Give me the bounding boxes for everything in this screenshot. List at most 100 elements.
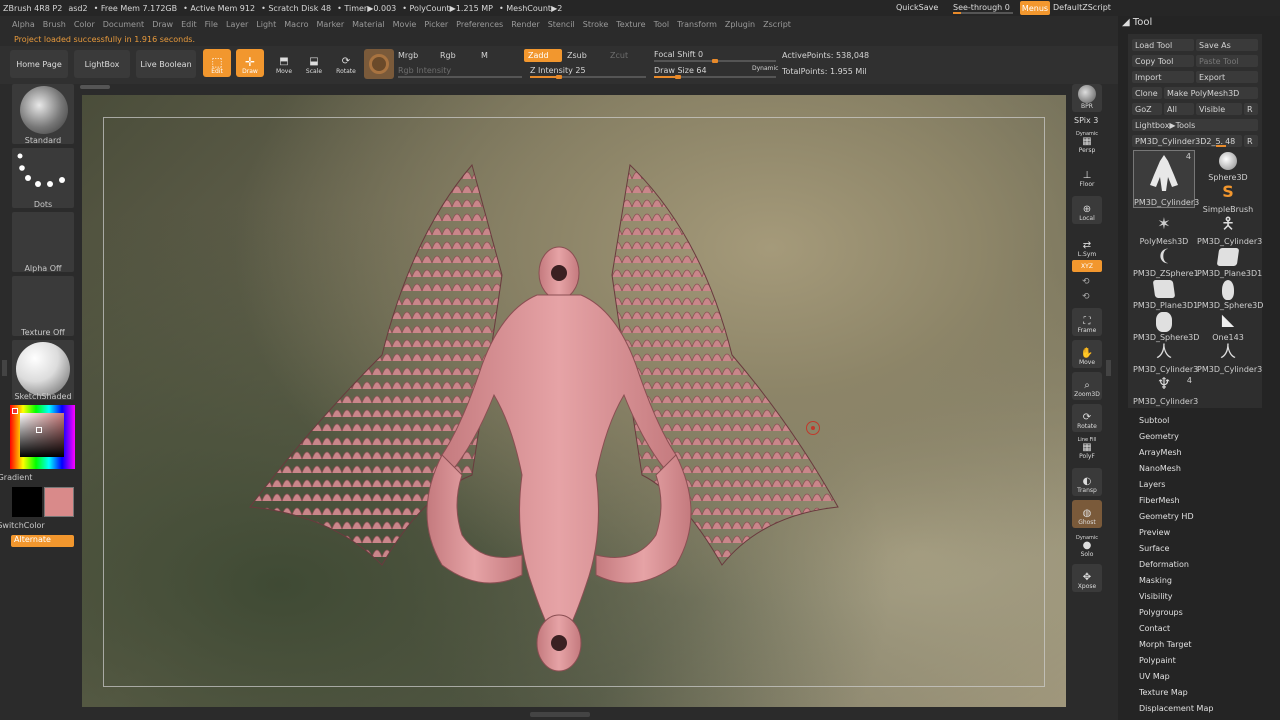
clone-button[interactable]: Clone (1132, 87, 1162, 99)
z-intensity-slider[interactable]: Z Intensity 25 (530, 66, 586, 75)
tool-thumb[interactable]: S SimpleBrush (1197, 184, 1259, 215)
frame-button[interactable]: ⛶ Frame (1072, 308, 1102, 336)
menu-item[interactable]: Zscript (759, 20, 795, 29)
visible-button[interactable]: Visible (1196, 103, 1242, 115)
m-button[interactable]: M (481, 51, 488, 60)
lightbox-tools-button[interactable]: Lightbox▶Tools (1132, 119, 1258, 131)
section-layers[interactable]: Layers (1139, 480, 1165, 489)
menu-item[interactable]: Material (348, 20, 389, 29)
rgb-intensity-label[interactable]: Rgb Intensity (398, 66, 451, 75)
menu-item[interactable]: Layer (222, 20, 252, 29)
menu-item[interactable]: Edit (177, 20, 201, 29)
tool-thumb[interactable]: ✶ PolyMesh3D (1133, 216, 1195, 247)
section-geometry[interactable]: Geometry (1139, 432, 1179, 441)
move-view-button[interactable]: ✋ Move (1072, 340, 1102, 368)
menu-item[interactable]: Draw (148, 20, 177, 29)
alpha-picker[interactable] (12, 212, 74, 272)
tool-panel-title[interactable]: ◢ Tool (1122, 17, 1152, 28)
section-masking[interactable]: Masking (1139, 576, 1172, 585)
stroke-picker[interactable] (12, 148, 74, 208)
focal-shift-slider[interactable]: Focal Shift 0 (654, 50, 703, 59)
section-preview[interactable]: Preview (1139, 528, 1170, 537)
secondary-color-swatch[interactable] (12, 487, 42, 517)
all-button[interactable]: All (1164, 103, 1194, 115)
color-picker-square[interactable] (20, 413, 64, 457)
menu-item[interactable]: File (201, 20, 222, 29)
section-texture-map[interactable]: Texture Map (1139, 688, 1188, 697)
section-deformation[interactable]: Deformation (1139, 560, 1189, 569)
menu-item[interactable]: Marker (312, 20, 348, 29)
tool-thumb[interactable]: Sphere3D (1197, 152, 1259, 182)
move-button[interactable]: ⬒ Move (270, 49, 298, 77)
make-polymesh-button[interactable]: Make PolyMesh3D (1164, 87, 1258, 99)
rotate-button[interactable]: ⟳ Rotate (332, 49, 360, 77)
zadd-button[interactable]: Zadd (524, 49, 562, 62)
xyz-button[interactable]: XYZ (1072, 260, 1102, 272)
ghost-button[interactable]: ◍ Ghost (1072, 500, 1102, 528)
tool-thumb[interactable]: 🯅 PM3D_Cylinder3 (1197, 216, 1262, 247)
polyf-button[interactable]: Line Fill ▦ PolyF (1072, 434, 1102, 462)
menu-item[interactable]: Transform (673, 20, 721, 29)
scale-button[interactable]: ⬓ Scale (300, 49, 328, 77)
tool-thumb[interactable]: PM3D_Sphere3D (1133, 312, 1199, 342)
color-picker[interactable] (10, 405, 75, 469)
alternate-button[interactable]: Alternate (11, 535, 74, 547)
shelf-scroll-handle[interactable] (80, 85, 110, 89)
section-polygroups[interactable]: Polygroups (1139, 608, 1183, 617)
default-zscript-button[interactable]: DefaultZScript (1053, 3, 1111, 12)
bpr-button[interactable]: BPR (1072, 84, 1102, 112)
xpose-button[interactable]: ✥ Xpose (1072, 564, 1102, 592)
tool-thumb[interactable]: ♆ 4 PM3D_Cylinder3 (1133, 376, 1198, 407)
brush-picker[interactable] (12, 84, 74, 144)
menu-item[interactable]: Picker (420, 20, 452, 29)
material-swatch-button[interactable] (364, 49, 394, 79)
tool-thumb[interactable]: 4 PM3D_Cylinder3 (1133, 150, 1199, 208)
r2-button[interactable]: R (1244, 135, 1258, 147)
menu-item[interactable]: Light (252, 20, 280, 29)
menu-item[interactable]: Color (70, 20, 99, 29)
r-button[interactable]: R (1244, 103, 1258, 115)
menu-item[interactable]: Alpha (8, 20, 39, 29)
paste-tool-button[interactable]: Paste Tool (1196, 55, 1258, 67)
gradient-label[interactable]: Gradient (0, 473, 58, 482)
tool-thumb[interactable]: ❨ PM3D_ZSphere1 (1133, 248, 1199, 279)
rgb-intensity-slider[interactable] (398, 76, 522, 78)
rotate-z-icon[interactable]: ⟲ (1082, 292, 1090, 302)
persp-button[interactable]: Dynamic ▦ Persp (1072, 130, 1102, 156)
rotate-view-button[interactable]: ⟳ Rotate (1072, 404, 1102, 432)
rgb-button[interactable]: Rgb (440, 51, 456, 60)
save-as-button[interactable]: Save As (1196, 39, 1258, 51)
live-boolean-button[interactable]: Live Boolean (136, 50, 196, 78)
section-arraymesh[interactable]: ArrayMesh (1139, 448, 1182, 457)
lsym-button[interactable]: ⇄ L.Sym (1072, 232, 1102, 260)
transp-button[interactable]: ◐ Transp (1072, 468, 1102, 496)
spix-slider[interactable]: SPix 3 (1074, 116, 1098, 125)
material-picker[interactable] (12, 340, 74, 400)
menu-item[interactable]: Preferences (452, 20, 507, 29)
section-nanomesh[interactable]: NanoMesh (1139, 464, 1181, 473)
section-visibility[interactable]: Visibility (1139, 592, 1173, 601)
zoom3d-button[interactable]: ⌕ Zoom3D (1072, 372, 1102, 400)
menu-item[interactable]: Stencil (544, 20, 579, 29)
dynamic-toggle[interactable]: Dynamic (752, 65, 778, 72)
left-tray-toggle[interactable] (2, 360, 7, 376)
z-intensity-track[interactable] (530, 75, 646, 79)
menu-item[interactable]: Texture (612, 20, 649, 29)
import-button[interactable]: Import (1132, 71, 1194, 83)
menu-item[interactable]: Brush (39, 20, 70, 29)
section-fibermesh[interactable]: FiberMesh (1139, 496, 1180, 505)
tool-thumb[interactable]: 人 PM3D_Cylinder3 (1197, 344, 1262, 375)
home-page-button[interactable]: Home Page (10, 50, 68, 78)
section-subtool[interactable]: Subtool (1139, 416, 1169, 425)
mrgb-button[interactable]: Mrgb (398, 51, 418, 60)
floor-button[interactable]: ⊥ Floor (1072, 162, 1102, 190)
edit-button[interactable]: ⬚ Edit (203, 49, 231, 77)
menu-item[interactable]: Zplugin (721, 20, 759, 29)
section-surface[interactable]: Surface (1139, 544, 1169, 553)
goz-button[interactable]: GoZ (1132, 103, 1162, 115)
main-color-swatch[interactable] (44, 487, 74, 517)
section-uv-map[interactable]: UV Map (1139, 672, 1170, 681)
switch-color-button[interactable]: SwitchColor (0, 521, 64, 530)
draw-button[interactable]: ✛ Draw (236, 49, 264, 77)
menu-item[interactable]: Render (507, 20, 543, 29)
